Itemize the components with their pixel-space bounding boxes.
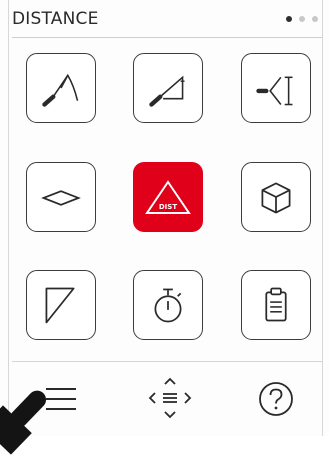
triangle-angle-button[interactable] xyxy=(26,270,96,340)
page-title: DISTANCE xyxy=(12,9,99,29)
clipboard-memory-icon xyxy=(265,287,287,322)
volume-button[interactable] xyxy=(241,162,311,232)
navigate-arrows-icon xyxy=(148,377,192,419)
dist-badge-label: DIST xyxy=(159,203,177,211)
area-button[interactable] xyxy=(26,162,96,232)
page-dot-1 xyxy=(286,16,292,22)
menu-icon xyxy=(46,388,76,410)
triangle-angle-icon xyxy=(45,287,75,324)
stakeout-distance-icon xyxy=(256,76,293,106)
header-divider xyxy=(12,37,322,38)
help-icon xyxy=(259,382,293,416)
menu-button[interactable] xyxy=(44,384,78,414)
dist-warning-button[interactable]: DIST xyxy=(133,162,203,232)
dist-warning-icon: DIST xyxy=(145,180,191,214)
volume-cube-icon xyxy=(261,182,291,214)
page-dot-2 xyxy=(299,16,305,22)
timer-icon xyxy=(154,288,182,323)
indirect-distance-button[interactable] xyxy=(26,53,96,123)
timer-button[interactable] xyxy=(133,270,203,340)
distance-screen: DISTANCE DIST xyxy=(0,0,329,455)
stakeout-distance-button[interactable] xyxy=(241,53,311,123)
area-icon xyxy=(41,190,81,206)
indirect-distance-icon xyxy=(42,73,79,107)
navigate-button[interactable] xyxy=(146,374,194,422)
height-measure-button[interactable] xyxy=(133,53,203,123)
help-button[interactable] xyxy=(257,380,295,418)
screen-left-edge xyxy=(8,0,9,436)
screen-right-edge xyxy=(322,0,323,436)
bottom-divider xyxy=(12,361,322,362)
height-measure-icon xyxy=(149,75,185,107)
memory-clipboard-button[interactable] xyxy=(241,270,311,340)
page-dot-3 xyxy=(312,16,318,22)
